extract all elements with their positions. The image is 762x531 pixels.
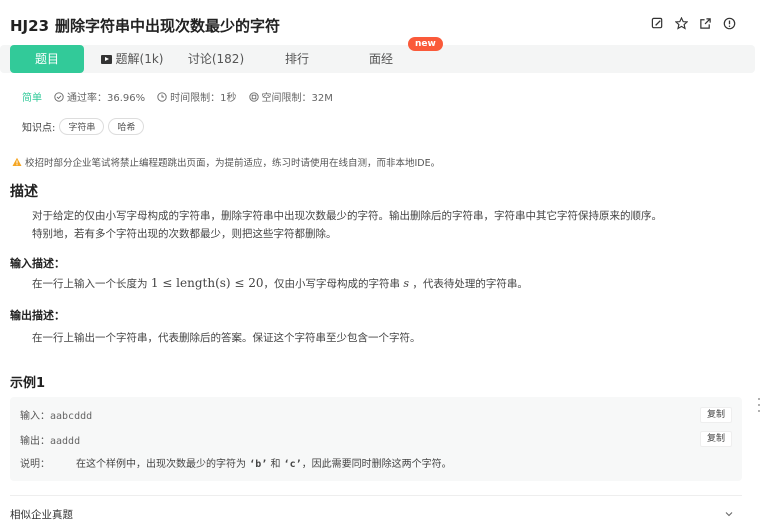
header-actions <box>650 16 736 30</box>
memory-limit: 空间限制：32M <box>248 89 333 104</box>
output-desc-text: 在一行上输出一个字符串，代表删除后的答案。保证这个字符串至少包含一个字符。 <box>32 332 421 344</box>
video-icon <box>100 55 112 64</box>
problem-title: 删除字符串中出现次数最少的字符 <box>55 17 281 35</box>
description-line-2: 特别地，若有多个字符出现的次数都最少，则把这些字符都删除。 <box>32 228 337 240</box>
info-icon[interactable] <box>722 16 736 30</box>
length-constraint: 1 ≤ length(s) ≤ 20 <box>150 276 264 290</box>
similar-questions-label[interactable]: 相似企业真题 <box>10 507 73 522</box>
tag-string[interactable]: 字符串 <box>59 118 105 135</box>
share-icon[interactable] <box>698 16 712 30</box>
var-s: s <box>403 277 410 290</box>
example-input-row: 输入：aabcddd <box>20 411 93 422</box>
copy-input-button[interactable]: 复制 <box>699 407 732 423</box>
pass-rate: 通过率：36.96% <box>54 89 145 104</box>
problem-header: HJ23 删除字符串中出现次数最少的字符 <box>0 0 750 48</box>
clock-icon <box>157 91 167 102</box>
output-desc-heading: 输出描述： <box>10 309 65 322</box>
page-title: HJ23 删除字符串中出现次数最少的字符 <box>10 15 280 36</box>
tag-hash[interactable]: 哈希 <box>108 118 145 135</box>
example-box: 输入：aabcddd 复制 输出：aaddd 复制 说明： 在这个样例中，出现次数… <box>10 397 742 481</box>
divider <box>10 495 742 496</box>
chip-icon <box>248 91 259 102</box>
notice-text: 校招时部分企业笔试将禁止编程题跳出页面，为提前适应，练习时请使用在线自测，而非本… <box>25 158 441 169</box>
tab-bar: 题目 题解(1k) 讨论(182) 排行 面经 <box>0 45 755 73</box>
description-line-1: 对于给定的仅由小写字母构成的字符串，删除字符串中出现次数最少的字符。输出删除后的… <box>32 210 662 222</box>
tab-solutions[interactable]: 题解(1k) <box>92 45 172 73</box>
example-output-value[interactable]: aaddd <box>50 436 80 447</box>
edit-icon[interactable] <box>650 16 664 30</box>
time-limit: 时间限制：1秒 <box>157 89 237 104</box>
example-note: 说明： 在这个样例中，出现次数最少的字符为 ‘b’ 和 ‘c’，因此需要同时删除这… <box>20 459 452 470</box>
notice-bar: 校招时部分企业笔试将禁止编程题跳出页面，为提前适应，练习时请使用在线自测，而非本… <box>12 155 440 169</box>
tab-interview[interactable]: 面经 <box>346 45 416 73</box>
problem-meta: 简单 通过率：36.96% 时间限制：1秒 空间限制：32M <box>22 89 345 104</box>
example-input-value[interactable]: aabcddd <box>50 411 92 422</box>
copy-output-button[interactable]: 复制 <box>699 431 732 447</box>
example-output-row: 输出：aaddd <box>20 436 81 447</box>
difficulty-label: 简单 <box>22 93 42 104</box>
resize-handle[interactable] <box>757 398 760 412</box>
knowledge-label: 知识点: <box>22 123 56 134</box>
input-desc-heading: 输入描述： <box>10 257 65 270</box>
example-heading: 示例1 <box>10 376 46 391</box>
star-icon[interactable] <box>674 16 688 30</box>
chevron-down-icon[interactable] <box>724 509 734 519</box>
new-badge: new <box>408 37 443 51</box>
input-desc-text: 在一行上输入一个长度为 1 ≤ length(s) ≤ 20，仅由小写字母构成的… <box>32 276 528 290</box>
tab-problem[interactable]: 题目 <box>10 45 84 73</box>
tab-discussion[interactable]: 讨论(182) <box>176 45 256 73</box>
problem-code: HJ23 <box>10 17 50 35</box>
tab-ranking[interactable]: 排行 <box>262 45 332 73</box>
description-heading: 描述 <box>10 184 38 200</box>
warning-icon <box>12 157 22 166</box>
check-circle-icon <box>54 91 64 102</box>
knowledge-tags: 知识点: 字符串 哈希 <box>22 118 145 135</box>
